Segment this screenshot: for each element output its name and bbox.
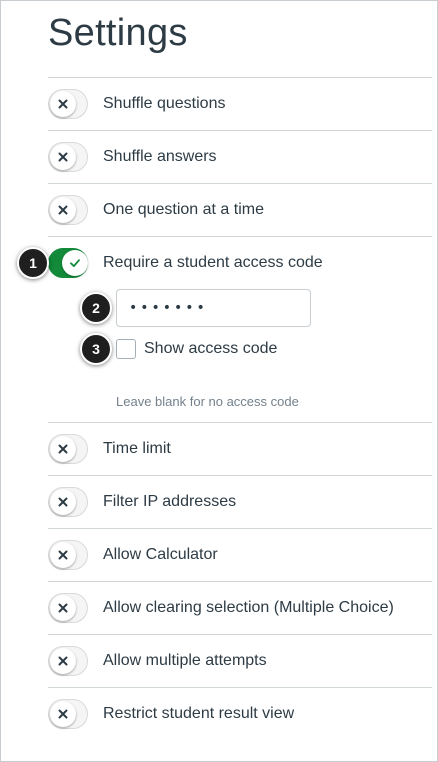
- x-icon: [50, 648, 76, 674]
- divider: [48, 236, 432, 237]
- toggle-shuffle-questions[interactable]: [48, 89, 88, 119]
- setting-label: Allow Calculator: [103, 546, 218, 563]
- toggle-allow-calculator[interactable]: [48, 540, 88, 570]
- divider: [48, 422, 432, 423]
- setting-allow-multiple-attempts: Allow multiple attempts: [48, 643, 432, 679]
- setting-label: Restrict student result view: [103, 705, 295, 722]
- setting-label: Allow clearing selection (Multiple Choic…: [103, 599, 394, 616]
- show-access-code-label: Show access code: [144, 340, 278, 357]
- toggle-allow-clearing-selection[interactable]: [48, 593, 88, 623]
- toggle-allow-multiple-attempts[interactable]: [48, 646, 88, 676]
- divider: [48, 634, 432, 635]
- divider: [48, 77, 432, 78]
- setting-label: One question at a time: [103, 201, 264, 218]
- toggle-time-limit[interactable]: [48, 434, 88, 464]
- setting-label: Time limit: [103, 440, 171, 457]
- x-icon: [50, 197, 76, 223]
- setting-allow-calculator: Allow Calculator: [48, 537, 432, 573]
- setting-label: Allow multiple attempts: [103, 652, 267, 669]
- show-access-code-checkbox[interactable]: [116, 339, 136, 359]
- toggle-require-access-code[interactable]: [48, 248, 88, 278]
- toggle-restrict-student-result-view[interactable]: [48, 699, 88, 729]
- x-icon: [50, 701, 76, 727]
- settings-panel: Settings Shuffle questions Shuffle answe…: [0, 0, 438, 762]
- setting-label: Filter IP addresses: [103, 493, 237, 510]
- x-icon: [50, 436, 76, 462]
- toggle-shuffle-answers[interactable]: [48, 142, 88, 172]
- divider: [48, 528, 432, 529]
- setting-filter-ip-addresses: Filter IP addresses: [48, 484, 432, 520]
- x-icon: [50, 91, 76, 117]
- callout-3: 3: [80, 333, 112, 365]
- setting-restrict-student-result-view: Restrict student result view: [48, 696, 432, 732]
- divider: [48, 130, 432, 131]
- setting-shuffle-answers: Shuffle answers: [48, 139, 432, 175]
- divider: [48, 687, 432, 688]
- setting-one-question-at-a-time: One question at a time: [48, 192, 432, 228]
- setting-time-limit: Time limit: [48, 431, 432, 467]
- toggle-one-question-at-a-time[interactable]: [48, 195, 88, 225]
- callout-2: 2: [80, 292, 112, 324]
- setting-label: Require a student access code: [103, 254, 323, 271]
- divider: [48, 183, 432, 184]
- x-icon: [50, 595, 76, 621]
- x-icon: [50, 489, 76, 515]
- setting-require-access-code: Require a student access code: [48, 245, 432, 281]
- setting-label: Shuffle answers: [103, 148, 217, 165]
- access-code-hint: Leave blank for no access code: [116, 394, 299, 409]
- check-icon: [62, 250, 88, 276]
- setting-label: Shuffle questions: [103, 95, 226, 112]
- access-code-input[interactable]: [116, 289, 311, 327]
- divider: [48, 581, 432, 582]
- x-icon: [50, 542, 76, 568]
- callout-1: 1: [17, 247, 49, 279]
- x-icon: [50, 144, 76, 170]
- divider: [48, 475, 432, 476]
- toggle-filter-ip-addresses[interactable]: [48, 487, 88, 517]
- setting-allow-clearing-selection: Allow clearing selection (Multiple Choic…: [48, 590, 432, 626]
- setting-shuffle-questions: Shuffle questions: [48, 86, 432, 122]
- page-title: Settings: [48, 12, 188, 54]
